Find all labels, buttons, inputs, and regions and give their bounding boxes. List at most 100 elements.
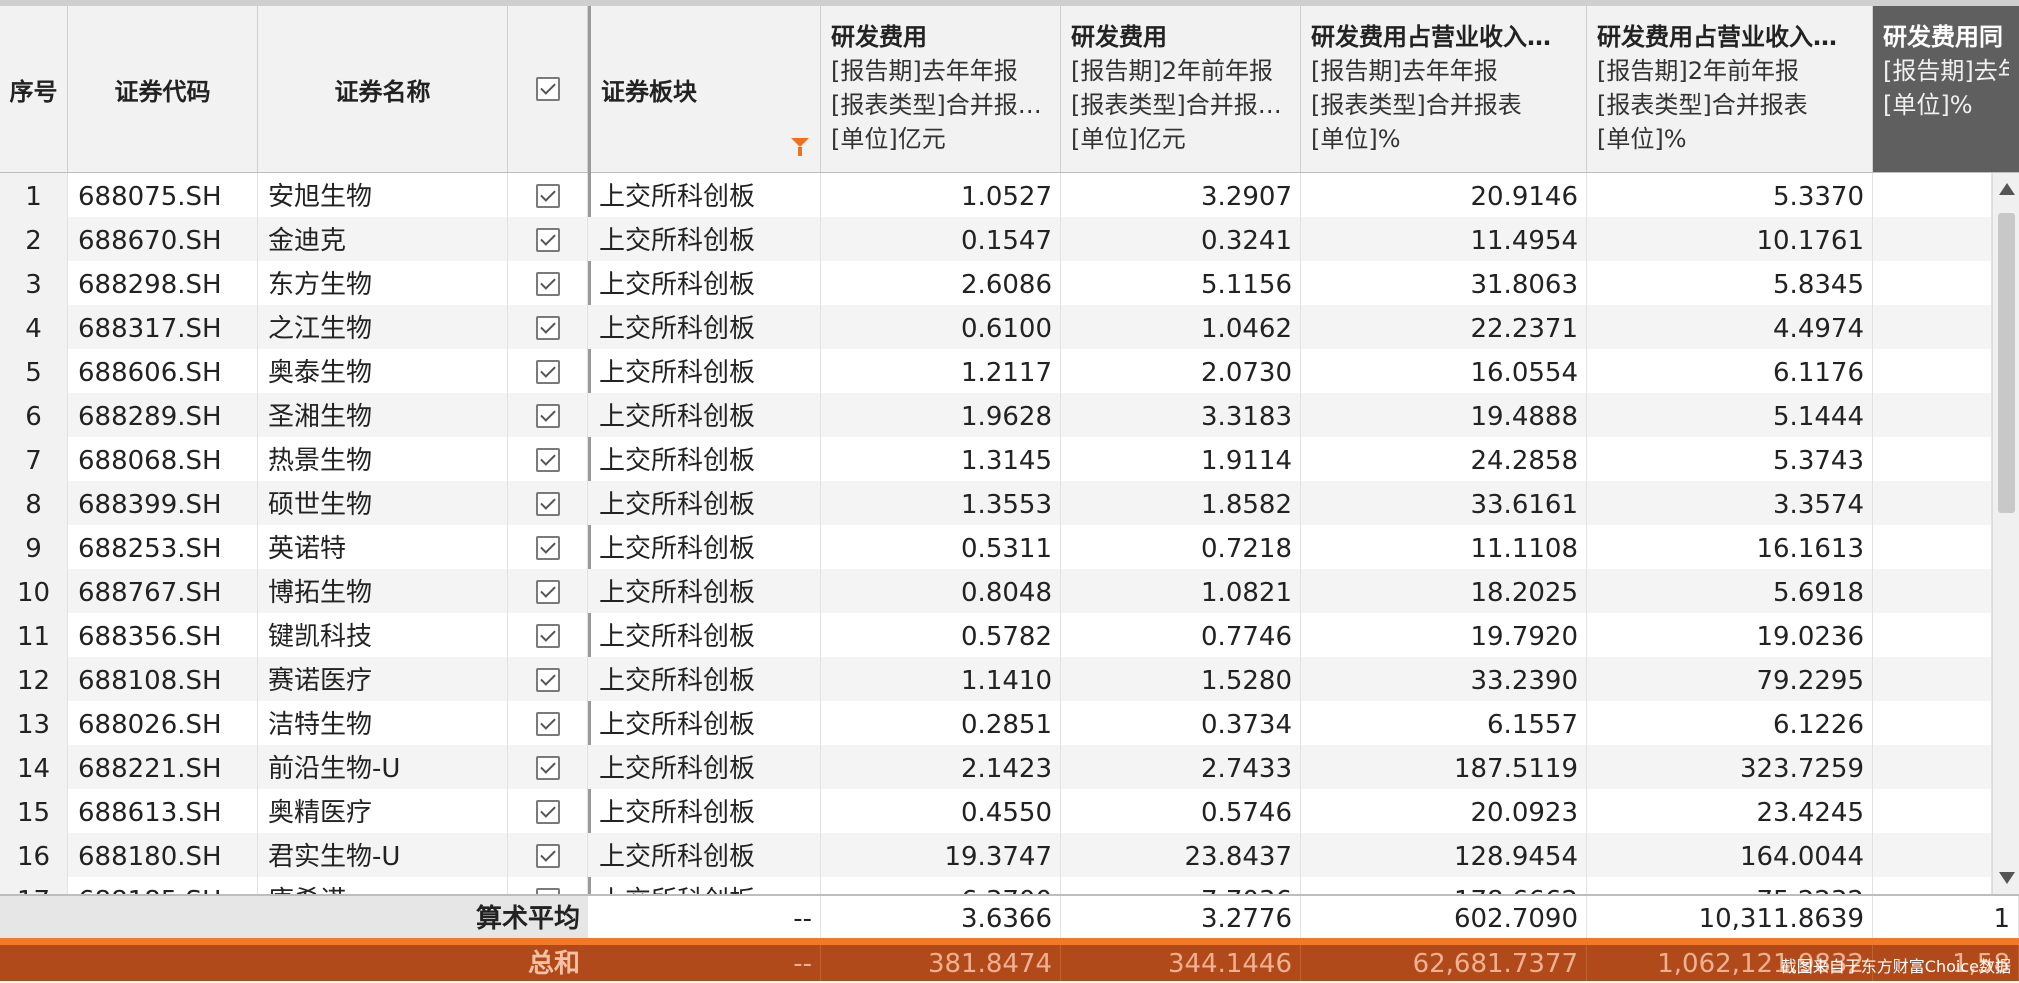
col-header-code[interactable]: 证券代码 — [68, 6, 258, 172]
row-select[interactable] — [508, 657, 588, 701]
table-row[interactable]: 14 688221.SH 前沿生物-U 上交所科创板 2.1423 2.7433 187.5… — [0, 745, 1992, 789]
scroll-up-icon[interactable] — [1999, 183, 2015, 195]
col-header-select-all[interactable] — [508, 6, 588, 172]
table-row[interactable]: 12 688108.SH 赛诺医疗 上交所科创板 1.1410 1.5280 33.2390… — [0, 657, 1992, 701]
rd-ratio-two-years-ago: 4.4974 — [1587, 305, 1873, 349]
checkbox-icon[interactable] — [535, 183, 560, 208]
scrollbar-thumb[interactable] — [1998, 213, 2015, 513]
table-row[interactable]: 11 688356.SH 键凯科技 上交所科创板 0.5782 0.7746 19.7920… — [0, 613, 1992, 657]
security-code: 688108.SH — [68, 657, 258, 701]
col-header-rd-ratio-two-years-ago[interactable]: 研发费用占营业收入… [报告期]2年前年报 [报表类型]合并报表 [单位]% — [1587, 6, 1873, 172]
table-row[interactable]: 5 688606.SH 奥泰生物 上交所科创板 1.2117 2.0730 16.0554 6… — [0, 349, 1992, 393]
rd-yoy — [1873, 525, 1992, 569]
rd-ratio-two-years-ago: 75.2232 — [1587, 877, 1873, 894]
rd-expense-last-year: 1.0527 — [821, 173, 1061, 217]
row-select[interactable] — [508, 173, 588, 217]
checkbox-icon[interactable] — [535, 623, 560, 648]
row-select[interactable] — [508, 833, 588, 877]
rd-ratio-last-year: 20.9146 — [1301, 173, 1587, 217]
security-board: 上交所科创板 — [591, 613, 821, 657]
table-row[interactable]: 6 688289.SH 圣湘生物 上交所科创板 1.9628 3.3183 19.4888 5… — [0, 393, 1992, 437]
row-index: 5 — [0, 349, 68, 393]
rd-ratio-last-year: 178.6662 — [1301, 877, 1587, 894]
checkbox-icon[interactable] — [535, 227, 560, 252]
row-select[interactable] — [508, 349, 588, 393]
checkbox-icon[interactable] — [535, 711, 560, 736]
checkbox-icon[interactable] — [535, 315, 560, 340]
checkbox-icon[interactable] — [535, 843, 560, 868]
checkbox-icon[interactable] — [535, 755, 560, 780]
row-select[interactable] — [508, 745, 588, 789]
rd-expense-two-years-ago: 1.5280 — [1061, 657, 1301, 701]
col-header-rd-last-year[interactable]: 研发费用 [报告期]去年年报 [报表类型]合并报… [单位]亿元 — [821, 6, 1061, 172]
row-select[interactable] — [508, 569, 588, 613]
row-select[interactable] — [508, 305, 588, 349]
table-row[interactable]: 17688185.SH康希诺 上交所科创板6.37007.7036178.6662… — [0, 877, 1992, 894]
row-select[interactable] — [508, 877, 588, 894]
security-name: 奥精医疗 — [258, 789, 508, 833]
col-header-board[interactable]: 证券板块 — [591, 6, 821, 172]
rd-yoy — [1873, 657, 1992, 701]
col-header-rd-two-years-ago[interactable]: 研发费用 [报告期]2年前年报 [报表类型]合并报… [单位]亿元 — [1061, 6, 1301, 172]
security-code: 688399.SH — [68, 481, 258, 525]
col-header-name[interactable]: 证券名称 — [258, 6, 508, 172]
checkbox-icon[interactable] — [535, 77, 560, 101]
scroll-down-icon[interactable] — [1999, 872, 2015, 884]
row-index: 2 — [0, 217, 68, 261]
rd-ratio-last-year: 11.1108 — [1301, 525, 1587, 569]
col-header-index[interactable]: 序号 — [0, 6, 68, 172]
rd-expense-last-year: 0.8048 — [821, 569, 1061, 613]
table-row[interactable]: 9 688253.SH 英诺特 上交所科创板 0.5311 0.7218 11.1108 16… — [0, 525, 1992, 569]
filter-icon[interactable] — [791, 138, 809, 156]
vertical-scrollbar[interactable] — [1992, 173, 2019, 894]
table-row[interactable]: 16 688180.SH 君实生物-U 上交所科创板 19.3747 23.8437 128… — [0, 833, 1992, 877]
row-select[interactable] — [508, 789, 588, 833]
row-select[interactable] — [508, 701, 588, 745]
total-label: 总和 — [527, 949, 580, 979]
row-select[interactable] — [508, 613, 588, 657]
rd-ratio-last-year: 33.6161 — [1301, 481, 1587, 525]
security-board: 上交所科创板 — [591, 173, 821, 217]
checkbox-icon[interactable] — [535, 579, 560, 604]
row-select[interactable] — [508, 525, 588, 569]
checkbox-icon[interactable] — [535, 359, 560, 384]
table-row[interactable]: 2 688670.SH 金迪克 上交所科创板 0.1547 0.3241 11.4954 10… — [0, 217, 1992, 261]
checkbox-icon[interactable] — [535, 491, 560, 516]
table-row[interactable]: 10 688767.SH 博拓生物 上交所科创板 0.8048 1.0821 18.2025… — [0, 569, 1992, 613]
row-select[interactable] — [508, 217, 588, 261]
rd-ratio-last-year: 33.2390 — [1301, 657, 1587, 701]
rd-expense-two-years-ago: 0.7746 — [1061, 613, 1301, 657]
checkbox-icon[interactable] — [535, 799, 560, 824]
total-row: 总和 -- 381.8474 344.1446 62,681.7377 1,06… — [0, 945, 2019, 981]
table-row[interactable]: 8 688399.SH 硕世生物 上交所科创板 1.3553 1.8582 33.6161 3… — [0, 481, 1992, 525]
row-select[interactable] — [508, 393, 588, 437]
rd-expense-two-years-ago: 1.0462 — [1061, 305, 1301, 349]
col-header-rd-ratio-last-year[interactable]: 研发费用占营业收入… [报告期]去年年报 [报表类型]合并报表 [单位]% — [1301, 6, 1587, 172]
checkbox-icon[interactable] — [535, 447, 560, 472]
table-row[interactable]: 1 688075.SH 安旭生物 上交所科创板 1.0527 3.2907 20.9146 5… — [0, 173, 1992, 217]
checkbox-icon[interactable] — [535, 271, 560, 296]
rd-ratio-two-years-ago: 5.6918 — [1587, 569, 1873, 613]
rd-ratio-two-years-ago: 5.3743 — [1587, 437, 1873, 481]
row-select[interactable] — [508, 261, 588, 305]
row-select[interactable] — [508, 481, 588, 525]
rd-yoy — [1873, 393, 1992, 437]
security-code: 688068.SH — [68, 437, 258, 481]
table-row[interactable]: 13 688026.SH 洁特生物 上交所科创板 0.2851 0.3734 6.1557 6… — [0, 701, 1992, 745]
rd-expense-last-year: 1.2117 — [821, 349, 1061, 393]
checkbox-icon[interactable] — [535, 403, 560, 428]
table-row[interactable]: 7 688068.SH 热景生物 上交所科创板 1.3145 1.9114 24.2858 5… — [0, 437, 1992, 481]
rd-expense-two-years-ago: 3.2907 — [1061, 173, 1301, 217]
table-row[interactable]: 4 688317.SH 之江生物 上交所科创板 0.6100 1.0462 22.2371 4… — [0, 305, 1992, 349]
table-row[interactable]: 15 688613.SH 奥精医疗 上交所科创板 0.4550 0.5746 20.0923… — [0, 789, 1992, 833]
security-board: 上交所科创板 — [591, 481, 821, 525]
rd-ratio-last-year: 18.2025 — [1301, 569, 1587, 613]
table-row[interactable]: 3 688298.SH 东方生物 上交所科创板 2.6086 5.1156 31.8063 5… — [0, 261, 1992, 305]
checkbox-icon[interactable] — [535, 667, 560, 692]
rd-expense-last-year: 1.1410 — [821, 657, 1061, 701]
checkbox-icon[interactable] — [535, 535, 560, 560]
total-value: 62,681.7377 — [1301, 945, 1587, 981]
rd-expense-two-years-ago: 7.7036 — [1061, 877, 1301, 894]
col-header-rd-yoy[interactable]: 研发费用同 [报告期]去年 [单位]% — [1873, 6, 2019, 172]
row-select[interactable] — [508, 437, 588, 481]
